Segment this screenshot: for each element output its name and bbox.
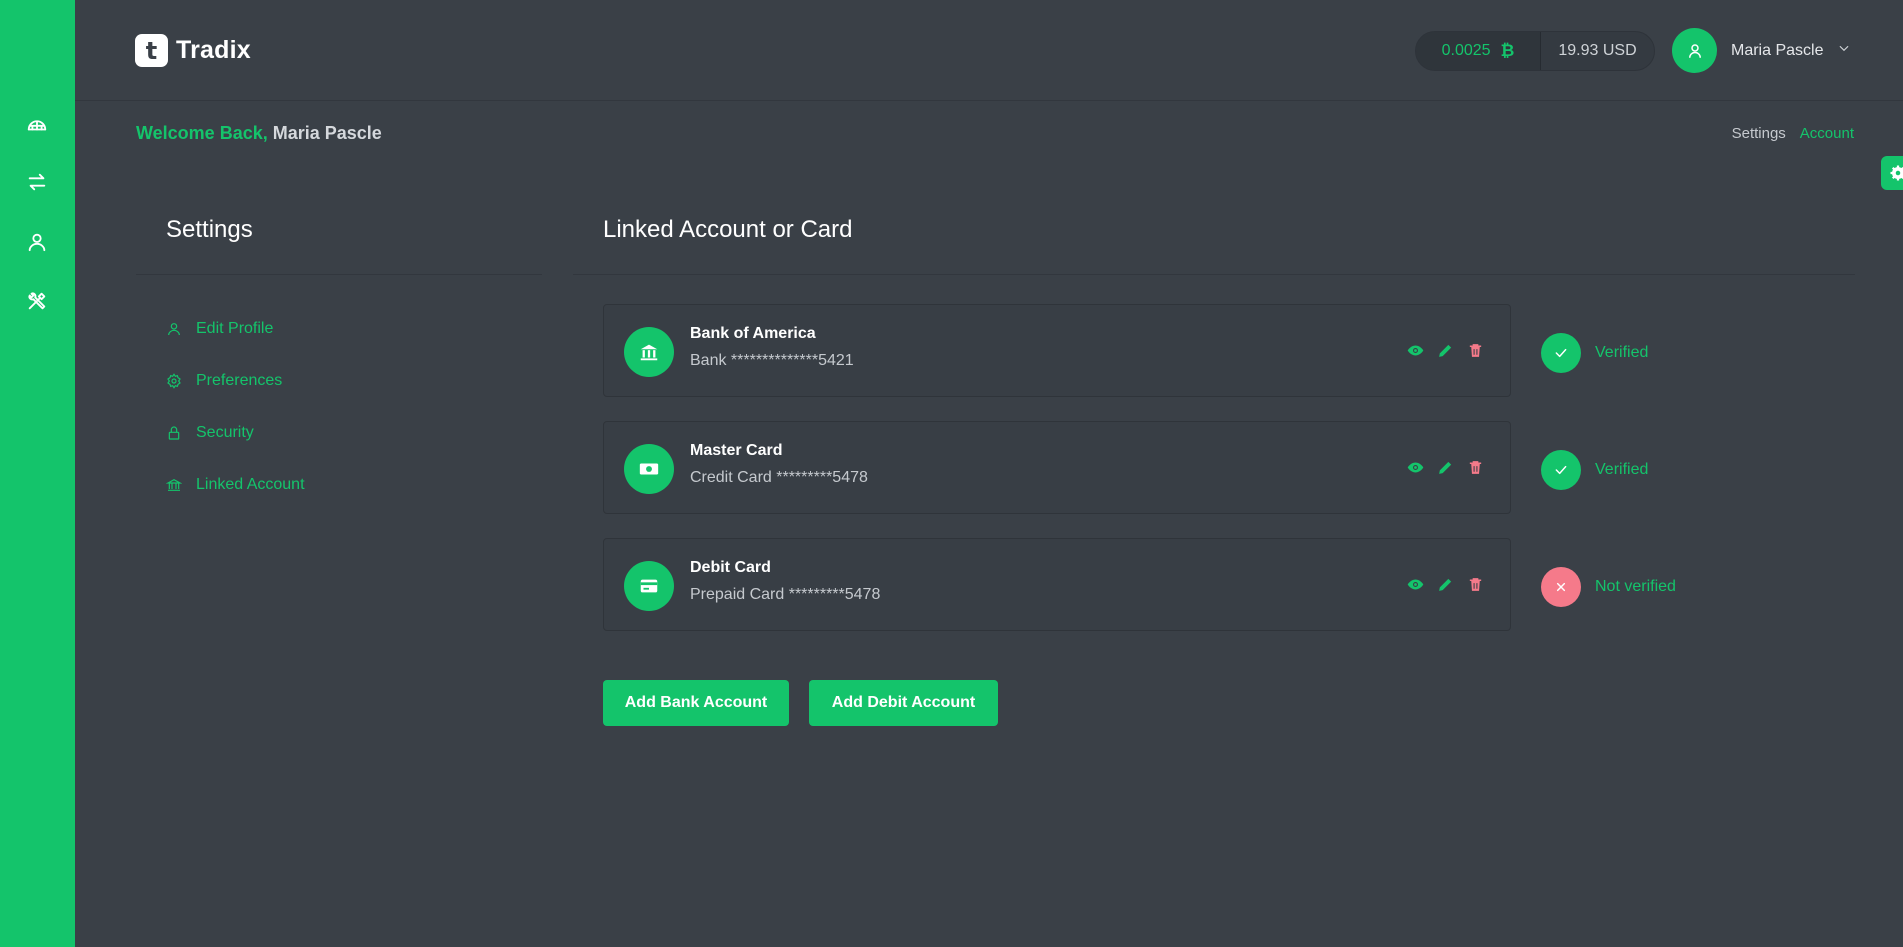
close-icon [1541, 567, 1581, 607]
status-label: Verified [1595, 461, 1649, 478]
view-icon[interactable] [1406, 458, 1424, 476]
menu-item-security[interactable]: Security [166, 422, 305, 444]
menu-item-preferences[interactable]: Preferences [166, 370, 305, 392]
welcome-message: Welcome Back, Maria Pascle [136, 123, 382, 144]
btc-amount: 0.0025 [1441, 42, 1491, 59]
bank-icon [166, 478, 182, 491]
user-icon [1688, 43, 1701, 58]
exchange-icon[interactable] [24, 169, 50, 195]
menu-item-label: Linked Account [196, 476, 305, 493]
settings-drawer-toggle[interactable] [1881, 156, 1903, 190]
edit-icon[interactable] [1436, 458, 1454, 476]
add-debit-account-button[interactable]: Add Debit Account [809, 680, 998, 726]
view-icon[interactable] [1406, 341, 1424, 359]
menu-item-label: Edit Profile [196, 320, 274, 337]
tools-icon[interactable] [24, 288, 50, 314]
welcome-name: Maria Pascle [272, 123, 382, 143]
account-detail: Credit Card *********5478 [690, 469, 868, 486]
breadcrumb: Settings Account [1732, 125, 1854, 142]
account-name: Master Card [690, 442, 783, 459]
status-label: Verified [1595, 344, 1649, 361]
account-name: Bank of America [690, 325, 816, 342]
linked-account-row: Master Card Credit Card *********5478 [603, 421, 1511, 514]
gear-icon [1890, 165, 1903, 181]
status-verified: Verified [1541, 333, 1648, 373]
menu-item-label: Preferences [196, 372, 283, 389]
breadcrumb-account[interactable]: Account [1800, 125, 1854, 142]
status-label: Not verified [1595, 578, 1676, 595]
menu-item-edit-profile[interactable]: Edit Profile [166, 318, 305, 340]
sidebar [0, 0, 75, 947]
status-not-verified: Not verified [1541, 567, 1676, 607]
edit-icon[interactable] [1436, 575, 1454, 593]
balance-widget[interactable]: 0.0025 ₿ 19.93 USD [1415, 31, 1655, 71]
page-title: Linked Account or Card [603, 216, 853, 243]
usd-balance: 19.93 USD [1558, 42, 1637, 59]
welcome-greeting: Welcome Back, [136, 123, 268, 143]
account-name: Debit Card [690, 559, 771, 576]
lock-icon [168, 426, 180, 440]
settings-menu: Edit Profile Preferences Security Linked… [166, 318, 305, 526]
brand-logo[interactable]: t Tradix [135, 34, 251, 67]
delete-icon[interactable] [1466, 458, 1484, 476]
bitcoin-icon: ₿ [1500, 41, 1515, 60]
breadcrumb-settings[interactable]: Settings [1732, 125, 1786, 142]
menu-item-linked-account[interactable]: Linked Account [166, 474, 305, 496]
user-name: Maria Pascle [1731, 41, 1824, 59]
top-bar: t Tradix 0.0025 ₿ 19.93 USD Maria Pascle [75, 0, 1903, 101]
logo-icon: t [135, 34, 168, 67]
check-icon [1541, 333, 1581, 373]
avatar [1672, 28, 1717, 73]
linked-account-row: Debit Card Prepaid Card *********5478 [603, 538, 1511, 631]
user-icon [168, 323, 180, 336]
user-icon[interactable] [24, 229, 50, 255]
check-icon [1541, 450, 1581, 490]
gear-icon [167, 373, 181, 389]
brand-name: Tradix [176, 36, 251, 64]
settings-title: Settings [166, 216, 253, 243]
divider [573, 274, 1855, 275]
divider [136, 274, 542, 275]
view-icon[interactable] [1406, 575, 1424, 593]
cash-icon [624, 444, 674, 494]
bank-icon [624, 327, 674, 377]
linked-account-row: Bank of America Bank **************5421 [603, 304, 1511, 397]
status-verified: Verified [1541, 450, 1648, 490]
menu-item-label: Security [196, 424, 254, 441]
delete-icon[interactable] [1466, 341, 1484, 359]
user-menu[interactable]: Maria Pascle [1672, 28, 1851, 73]
account-actions [1406, 575, 1484, 593]
settings-panel: Settings Edit Profile Preferences Securi… [136, 190, 542, 520]
account-detail: Bank **************5421 [690, 352, 854, 369]
add-bank-account-button[interactable]: Add Bank Account [603, 680, 789, 726]
card-icon [624, 561, 674, 611]
btc-balance: 0.0025 ₿ [1416, 32, 1541, 70]
chevron-down-icon[interactable] [1837, 41, 1851, 60]
account-actions [1406, 341, 1484, 359]
edit-icon[interactable] [1436, 341, 1454, 359]
account-actions [1406, 458, 1484, 476]
dashboard-icon[interactable] [24, 111, 50, 137]
delete-icon[interactable] [1466, 575, 1484, 593]
account-detail: Prepaid Card *********5478 [690, 586, 881, 603]
